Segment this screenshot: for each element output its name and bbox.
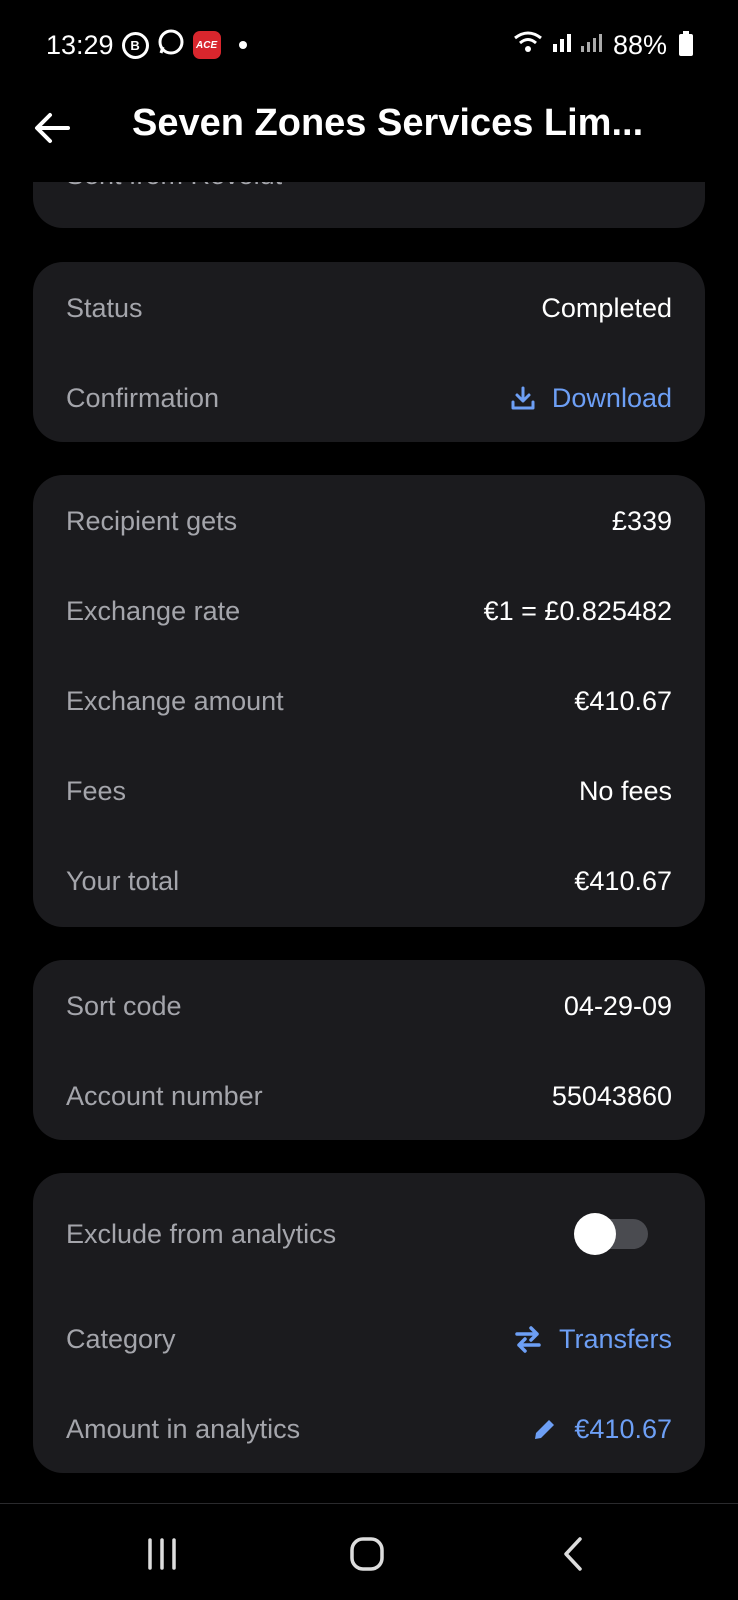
download-label: Download [551, 382, 672, 413]
status-card: Status Completed Confirmation Download [33, 262, 705, 442]
header: Seven Zones Services Lim... [0, 90, 738, 182]
recipient-gets-value: £339 [611, 505, 672, 536]
status-row: Status Completed [66, 288, 672, 328]
status-label: Status [66, 292, 143, 323]
back-nav-button[interactable] [556, 1536, 592, 1577]
recent-apps-icon [148, 1538, 176, 1570]
exclude-analytics-label: Exclude from analytics [66, 1218, 337, 1249]
fees-value: No fees [578, 775, 672, 806]
category-row[interactable]: Category Transfers [66, 1319, 672, 1359]
exclude-analytics-toggle[interactable] [574, 1213, 648, 1255]
status-value: Completed [541, 292, 672, 323]
system-nav-bar [0, 1503, 738, 1600]
fees-label: Fees [66, 775, 127, 806]
confirmation-row: Confirmation Download [66, 378, 672, 418]
pencil-icon [535, 1420, 555, 1439]
arrow-left-icon [35, 113, 70, 143]
your-total-label: Your total [66, 865, 180, 896]
clock: 13:29 [46, 29, 114, 60]
exchange-amount-label: Exchange amount [66, 685, 284, 716]
back-button[interactable] [32, 108, 72, 148]
status-bar-left: 13:29 B ACE [46, 28, 247, 63]
transfer-arrows-icon [515, 1326, 541, 1353]
your-total-row: Your total €410.67 [66, 861, 672, 901]
home-button[interactable] [349, 1536, 385, 1577]
fees-row: Fees No fees [66, 771, 672, 811]
exchange-rate-row: Exchange rate €1 = £0.825482 [66, 591, 672, 631]
amount-in-analytics-value: €410.67 [574, 1413, 672, 1444]
status-bar-right: 88% [513, 30, 693, 61]
sort-code-label: Sort code [66, 990, 182, 1021]
exchange-amount-row: Exchange amount €410.67 [66, 681, 672, 721]
confirmation-label: Confirmation [66, 382, 220, 413]
amount-in-analytics-label: Amount in analytics [66, 1413, 301, 1444]
account-number-row: Account number 55043860 [66, 1076, 672, 1116]
b-notification-icon: B [121, 31, 149, 59]
page-title: Seven Zones Services Lim... [132, 102, 644, 144]
analytics-card: Exclude from analytics Category Transfer… [33, 1173, 705, 1473]
account-number-label: Account number [66, 1080, 263, 1111]
your-total-value: €410.67 [574, 865, 672, 896]
category-value: Transfers [558, 1323, 672, 1354]
notification-dot-icon [238, 41, 247, 49]
exchange-card: Recipient gets £339 Exchange rate €1 = £… [33, 475, 705, 927]
toggle-knob [574, 1213, 616, 1255]
amount-in-analytics-row[interactable]: Amount in analytics €410.67 [66, 1409, 672, 1449]
ace-app-icon: ACE [192, 31, 221, 59]
exclude-analytics-row: Exclude from analytics [66, 1213, 672, 1255]
bank-details-card: Sort code 04-29-09 Account number 550438… [33, 960, 705, 1140]
sort-code-value: 04-29-09 [563, 990, 672, 1021]
status-bar: 13:29 B ACE 88% [0, 0, 738, 90]
category-label: Category [66, 1323, 176, 1354]
amount-in-analytics-edit[interactable]: €410.67 [532, 1414, 672, 1445]
battery-percent: 88% [612, 29, 667, 60]
wifi-icon [513, 30, 543, 61]
battery-icon [679, 31, 693, 56]
exchange-amount-value: €410.67 [574, 685, 672, 716]
recent-apps-button[interactable] [144, 1536, 180, 1577]
download-icon [511, 386, 535, 410]
signal-icon [551, 30, 605, 61]
chevron-left-icon [564, 1537, 582, 1571]
whatsapp-icon [157, 28, 185, 63]
home-icon [350, 1537, 384, 1571]
exchange-rate-label: Exchange rate [66, 595, 241, 626]
exchange-rate-value: €1 = £0.825482 [483, 595, 672, 626]
download-button[interactable]: Download [510, 383, 672, 414]
sort-code-row: Sort code 04-29-09 [66, 986, 672, 1026]
recipient-gets-row: Recipient gets £339 [66, 501, 672, 541]
account-number-value: 55043860 [551, 1080, 672, 1111]
category-link[interactable]: Transfers [513, 1324, 672, 1355]
recipient-gets-label: Recipient gets [66, 505, 238, 536]
